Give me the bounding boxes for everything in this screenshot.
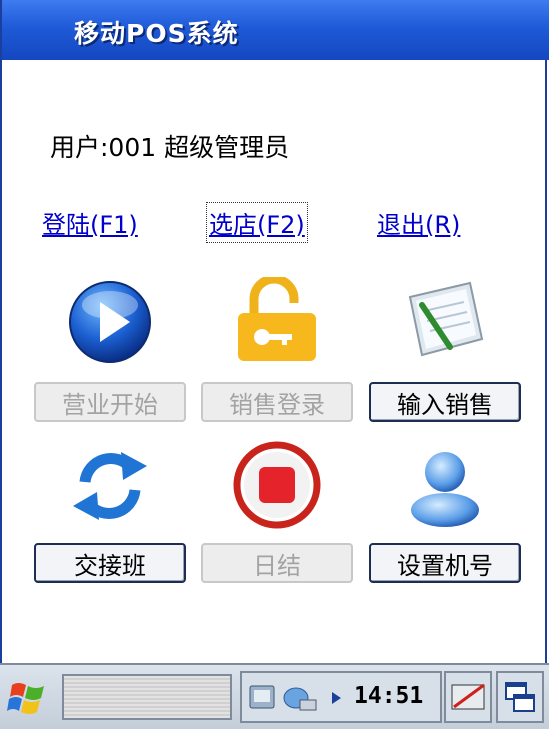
title-bar: 移动POS系统 <box>2 0 549 60</box>
stop-icon <box>233 441 321 529</box>
windows-start-icon[interactable] <box>6 677 50 717</box>
login-link[interactable]: 登陆(F1) <box>42 205 138 240</box>
taskbar: 14:51 <box>0 663 549 729</box>
notepad-icon <box>408 281 484 357</box>
app-window: 移动POS系统 用户:001 超级管理员 登陆(F1) 选店(F2) 退出(R)… <box>0 0 549 663</box>
switch-windows-icon <box>505 682 535 712</box>
window-title: 移动POS系统 <box>74 19 239 48</box>
device-status-icon[interactable] <box>248 683 276 711</box>
set-machine-number-button[interactable]: 设置机号 <box>369 543 521 583</box>
input-sales-button[interactable]: 输入销售 <box>369 382 521 422</box>
user-icon <box>411 452 479 527</box>
keyboard-icon <box>451 683 485 710</box>
sales-login-button[interactable]: 销售登录 <box>201 382 353 422</box>
keyboard-toggle[interactable] <box>444 671 492 723</box>
window-switch-button[interactable] <box>496 671 544 723</box>
business-start-button[interactable]: 营业开始 <box>34 382 186 422</box>
taskbar-input-panel[interactable] <box>62 674 232 720</box>
system-tray: 14:51 <box>240 671 442 723</box>
network-icon[interactable] <box>282 683 320 713</box>
shift-handover-button[interactable]: 交接班 <box>34 543 186 583</box>
exit-link[interactable]: 退出(R) <box>377 205 460 240</box>
select-store-link[interactable]: 选店(F2) <box>206 202 308 243</box>
refresh-icon <box>73 452 147 520</box>
day-end-button[interactable]: 日结 <box>201 543 353 583</box>
tray-arrow-icon[interactable] <box>330 691 342 705</box>
unlock-icon <box>238 277 316 361</box>
play-icon <box>69 281 151 363</box>
clock[interactable]: 14:51 <box>354 683 423 709</box>
user-info: 用户:001 超级管理员 <box>50 133 290 162</box>
